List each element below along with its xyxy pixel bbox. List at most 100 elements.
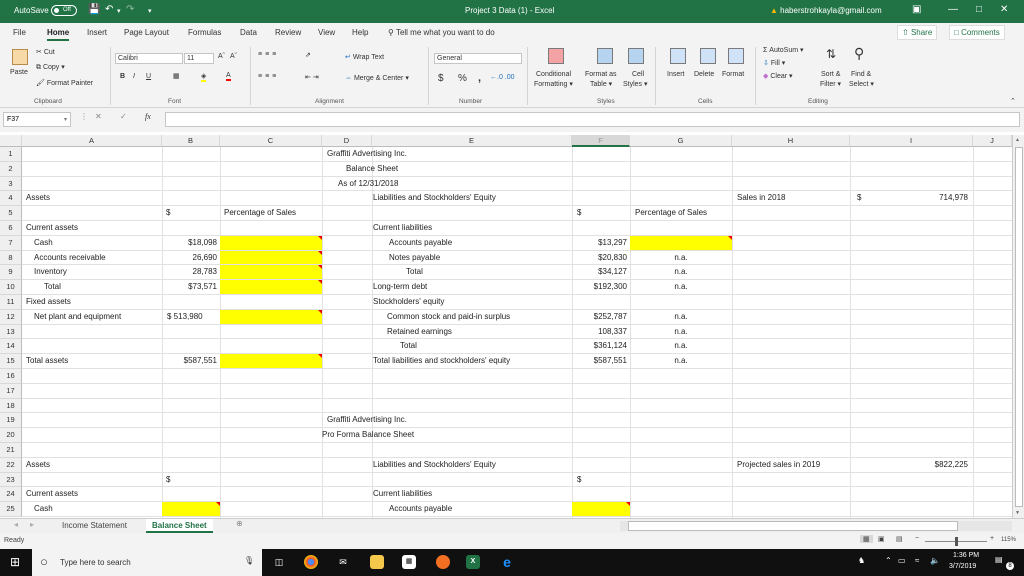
tab-data[interactable]: Data (240, 28, 257, 37)
zoom-in-icon[interactable]: + (990, 535, 994, 542)
cell-a12[interactable]: Net plant and equipment (34, 310, 121, 324)
highlighted-cell-c15[interactable] (220, 354, 322, 368)
column-header-e[interactable]: E (372, 135, 572, 147)
cell-b15[interactable]: $587,551 (162, 354, 217, 368)
tab-file[interactable]: File (13, 28, 26, 37)
cell-e15[interactable]: Total liabilities and stockholders' equi… (373, 354, 510, 368)
copy-button[interactable]: ⧉ Copy ▾ (36, 63, 65, 72)
maximize-icon[interactable]: □ (976, 4, 982, 15)
cell-b7[interactable]: $18,098 (162, 236, 217, 250)
cell-c5[interactable]: Percentage of Sales (224, 206, 296, 220)
share-button[interactable]: ⇧ Share (897, 25, 938, 40)
taskbar-search[interactable]: ○ Type here to search 🎙 (32, 549, 262, 576)
highlighted-cell-c8[interactable] (220, 250, 322, 265)
italic-button[interactable]: I (133, 73, 135, 80)
cell-a10[interactable]: Total (44, 280, 61, 294)
cell-e4[interactable]: Liabilities and Stockholders' Equity (373, 191, 496, 205)
orientation-icon[interactable]: ⇗ (305, 51, 311, 59)
scroll-up-icon[interactable]: ▲ (1015, 137, 1020, 143)
cell-f7[interactable]: $13,297 (572, 236, 627, 250)
row-header-4[interactable]: 4 (0, 191, 22, 207)
cell-f10[interactable]: $192,300 (572, 280, 627, 294)
cell-h22[interactable]: Projected sales in 2019 (737, 458, 820, 472)
cell-f9[interactable]: $34,127 (572, 265, 627, 279)
horizontal-scrollbar[interactable] (620, 521, 1012, 531)
borders-icon[interactable]: ▦ (173, 72, 180, 80)
row-header-24[interactable]: 24 (0, 487, 22, 503)
decimal-icons[interactable]: ←.0 .00 (490, 74, 515, 81)
cell-f5[interactable]: $ (577, 206, 581, 220)
highlighted-cell-c12[interactable] (220, 309, 322, 324)
cell-i4[interactable]: 714,978 (850, 191, 968, 205)
file-explorer-icon[interactable] (370, 555, 384, 569)
row-header-3[interactable]: 3 (0, 176, 22, 192)
cell-e6[interactable]: Current liabilities (373, 221, 432, 235)
row-header-25[interactable]: 25 (0, 502, 22, 517)
row-header-8[interactable]: 8 (0, 250, 22, 266)
column-header-h[interactable]: H (732, 135, 850, 147)
cell-a7[interactable]: Cash (34, 236, 53, 250)
cell-b12[interactable]: $ 513,980 (167, 310, 203, 324)
row-header-16[interactable]: 16 (0, 369, 22, 384)
account[interactable]: ▲ haberstrohkayla@gmail.com (770, 6, 882, 15)
highlighted-cell-c10[interactable] (220, 280, 322, 294)
row-header-7[interactable]: 7 (0, 235, 22, 251)
highlighted-cell-c7[interactable] (220, 235, 322, 250)
edge-icon[interactable]: e (500, 555, 514, 569)
wifi-icon[interactable]: ≈ (915, 556, 919, 565)
row-header-21[interactable]: 21 (0, 443, 22, 458)
spreadsheet-grid[interactable]: A B C D E F G H I J 1 2 3 4 5 6 7 8 9 10 11 12 13 14 15 16 17 18 19 2… (0, 135, 1012, 518)
vertical-align-icons[interactable]: ≡≡≡ (258, 51, 279, 58)
cell-g14[interactable]: n.a. (630, 339, 732, 353)
row-header-23[interactable]: 23 (0, 472, 22, 488)
next-sheet-icon[interactable]: ▸ (30, 520, 34, 529)
font-color-icon[interactable]: A (226, 72, 231, 81)
origin-icon[interactable] (436, 555, 450, 569)
page-layout-view-icon[interactable]: ▣ (878, 535, 885, 543)
column-header-g[interactable]: G (630, 135, 732, 147)
horizontal-scroll-thumb[interactable] (628, 521, 958, 531)
cell-f23[interactable]: $ (577, 473, 581, 487)
insert-function-icon[interactable]: fx (145, 112, 151, 121)
vertical-scroll-thumb[interactable] (1015, 147, 1023, 507)
cell-g12[interactable]: n.a. (630, 310, 732, 324)
excel-icon[interactable]: X (466, 555, 480, 569)
cut-button[interactable]: ✂ Cut (36, 48, 55, 56)
cell-e13[interactable]: Retained earnings (387, 325, 452, 339)
clock-date[interactable]: 3/7/2019 (949, 563, 976, 570)
cell-e25[interactable]: Accounts payable (389, 502, 452, 516)
tab-home[interactable]: Home (47, 28, 70, 41)
cell-f12[interactable]: $252,787 (572, 310, 627, 324)
cell-e11[interactable]: Stockholders' equity (373, 295, 444, 309)
column-header-i[interactable]: I (850, 135, 973, 147)
zoom-level[interactable]: 115% (1001, 537, 1016, 543)
collapse-ribbon-icon[interactable]: ⌃ (1010, 97, 1016, 105)
currency-button[interactable]: $ (438, 73, 444, 84)
tab-insert[interactable]: Insert (87, 28, 107, 37)
row-header-9[interactable]: 9 (0, 265, 22, 281)
row-header-10[interactable]: 10 (0, 280, 22, 295)
cell-d3[interactable]: As of 12/31/2018 (338, 177, 399, 191)
autosave-toggle[interactable]: Off (51, 5, 77, 16)
cell-b9[interactable]: 28,783 (162, 265, 217, 279)
cell-h4[interactable]: Sales in 2018 (737, 191, 785, 205)
cell-g8[interactable]: n.a. (630, 251, 732, 265)
prev-sheet-icon[interactable]: ◂ (14, 520, 18, 529)
cell-g13[interactable]: n.a. (630, 325, 732, 339)
cell-a9[interactable]: Inventory (34, 265, 67, 279)
cell-a4[interactable]: Assets (26, 191, 50, 205)
name-box[interactable]: F37 ▾ (3, 112, 71, 127)
cell-d2[interactable]: Balance Sheet (346, 162, 398, 176)
row-header-13[interactable]: 13 (0, 324, 22, 340)
row-header-12[interactable]: 12 (0, 309, 22, 325)
merge-center-button[interactable]: ⇔ Merge & Center ▾ (345, 74, 409, 82)
cell-e24[interactable]: Current liabilities (373, 487, 432, 501)
highlighted-cell-b25[interactable] (162, 502, 220, 516)
number-format-select[interactable]: General (434, 53, 522, 64)
ribbon-display-icon[interactable]: ▣ (912, 4, 921, 15)
increase-font-icon[interactable]: Aˆ (218, 53, 225, 60)
column-header-f[interactable]: F (572, 135, 630, 147)
cell-a25[interactable]: Cash (34, 502, 53, 516)
select-all-corner[interactable] (0, 135, 22, 147)
clock-time[interactable]: 1:36 PM (953, 552, 979, 559)
